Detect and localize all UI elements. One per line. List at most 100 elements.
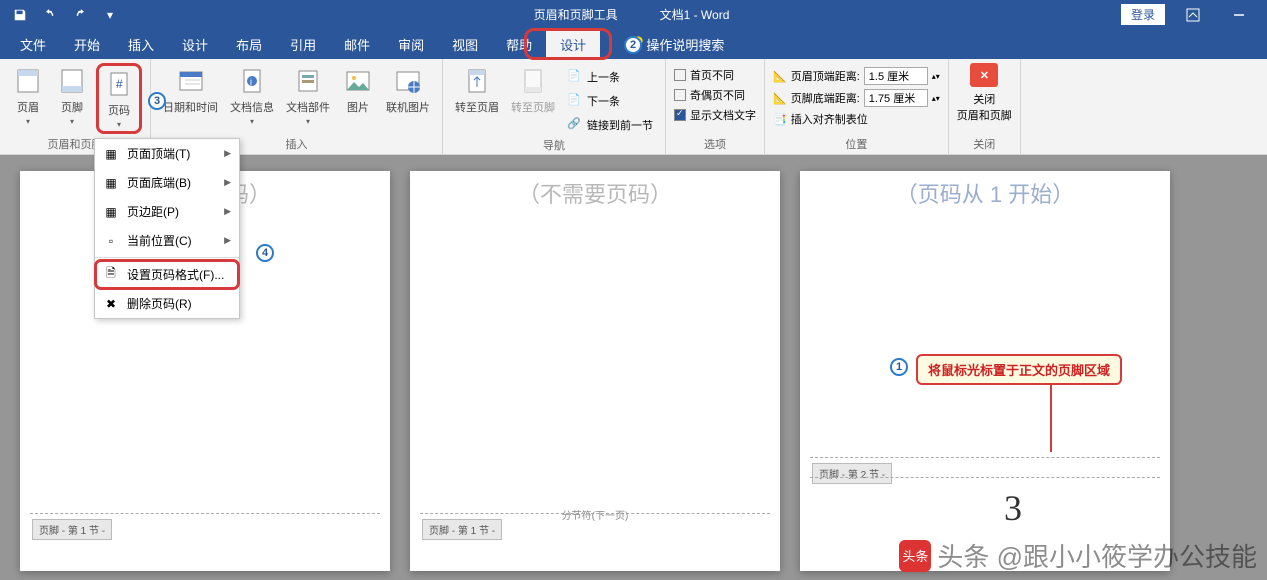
svg-text:#: #	[116, 77, 123, 91]
annotation-arrow	[1050, 382, 1052, 452]
docinfo-button[interactable]: i文档信息	[226, 63, 278, 128]
dd-current-pos[interactable]: ▫当前位置(C)▶	[95, 226, 239, 255]
header-dist-input[interactable]	[864, 67, 928, 85]
header-button[interactable]: 页眉	[8, 63, 48, 128]
watermark-text: 头条 @跟小小筱学办公技能	[937, 537, 1257, 574]
section-break-label: 分节符(下一页)	[562, 507, 629, 522]
page-bottom-icon: ▦	[103, 175, 119, 191]
annotation-circle-2: 2	[624, 36, 642, 54]
tell-me-label: 操作说明搜索	[646, 35, 724, 54]
align-tab-icon: 📑	[773, 113, 787, 126]
footer-dist-label: 页脚底端距离:	[791, 90, 860, 106]
group-label: 导航	[451, 135, 657, 155]
next-section-button[interactable]: 📄下一条	[563, 91, 657, 111]
tab-file[interactable]: 文件	[6, 29, 60, 59]
save-icon[interactable]	[6, 3, 34, 27]
header-dist-label: 页眉顶端距离:	[791, 68, 860, 84]
goto-footer-icon	[517, 65, 549, 97]
tell-me[interactable]: 💡 操作说明搜索	[600, 29, 738, 59]
group-label: 位置	[773, 134, 940, 154]
quick-access-toolbar: ▾	[0, 3, 130, 27]
calendar-icon	[175, 65, 207, 97]
show-doctext-checkbox[interactable]: 显示文档文字	[674, 107, 756, 123]
page-2[interactable]: （不需要页码） 分节符(下一页) 页脚 - 第 1 节 -	[410, 171, 780, 571]
tab-home[interactable]: 开始	[60, 29, 114, 59]
goto-header-button[interactable]: 转至页眉	[451, 63, 503, 117]
quickparts-icon	[292, 65, 324, 97]
undo-icon[interactable]	[36, 3, 64, 27]
page3-header-text: （页码从 1 开始）	[800, 177, 1170, 209]
footer-dist-icon: 📐	[773, 92, 787, 105]
svg-text:i: i	[250, 77, 252, 87]
tab-review[interactable]: 审阅	[384, 29, 438, 59]
title-center: 页眉和页脚工具 文档1 - Word	[130, 6, 1121, 23]
format-icon: 🗎	[103, 267, 119, 283]
login-button[interactable]: 登录	[1121, 4, 1165, 25]
footer-icon	[56, 65, 88, 97]
diff-oddeven-checkbox[interactable]: 奇偶页不同	[674, 87, 756, 103]
dd-format-page-numbers[interactable]: 🗎设置页码格式(F)...	[95, 260, 239, 289]
next-icon: 📄	[567, 93, 583, 109]
docinfo-icon: i	[236, 65, 268, 97]
dd-page-top[interactable]: ▦页面顶端(T)▶	[95, 139, 239, 168]
tab-insert[interactable]: 插入	[114, 29, 168, 59]
remove-icon: ✖	[103, 296, 119, 312]
page-number-button[interactable]: #页码	[96, 63, 142, 134]
page2-footer-tag: 页脚 - 第 1 节 -	[422, 519, 502, 540]
group-label: 选项	[674, 134, 756, 154]
group-close: ✕ 关闭 页眉和页脚 关闭	[949, 59, 1021, 154]
prev-section-button[interactable]: 📄上一条	[563, 67, 657, 87]
qat-dropdown-icon[interactable]: ▾	[96, 3, 124, 27]
dd-page-margins[interactable]: ▦页边距(P)▶	[95, 197, 239, 226]
diff-first-checkbox[interactable]: 首页不同	[674, 67, 756, 83]
link-icon: 🔗	[567, 117, 583, 133]
page-number-dropdown: ▦页面顶端(T)▶ ▦页面底端(B)▶ ▦页边距(P)▶ ▫当前位置(C)▶ 🗎…	[94, 138, 240, 319]
page1-footer-tag: 页脚 - 第 1 节 -	[32, 519, 112, 540]
dd-remove-page-numbers[interactable]: ✖删除页码(R)	[95, 289, 239, 318]
tab-hf-design[interactable]: 设计	[546, 29, 600, 59]
tab-view[interactable]: 视图	[438, 29, 492, 59]
ribbon-options-icon[interactable]	[1175, 3, 1211, 27]
quickparts-button[interactable]: 文档部件	[282, 63, 334, 128]
group-navigation: 转至页眉 转至页脚 📄上一条 📄下一条 🔗链接到前一节 导航	[443, 59, 666, 154]
context-tab-label: 页眉和页脚工具	[522, 6, 630, 23]
close-icon: ✕	[970, 63, 998, 87]
goto-header-icon	[461, 65, 493, 97]
group-position: 📐页眉顶端距离:▴▾ 📐页脚底端距离:▴▾ 📑插入对齐制表位 位置	[765, 59, 949, 154]
datetime-button[interactable]: 日期和时间	[159, 63, 222, 117]
watermark: 头条 头条 @跟小小筱学办公技能	[899, 537, 1257, 574]
link-previous-button[interactable]: 🔗链接到前一节	[563, 115, 657, 135]
tab-mailings[interactable]: 邮件	[330, 29, 384, 59]
group-options: 首页不同 奇偶页不同 显示文档文字 选项	[666, 59, 765, 154]
online-picture-button[interactable]: 联机图片	[382, 63, 434, 117]
goto-footer-button: 转至页脚	[507, 63, 559, 117]
page-margins-icon: ▦	[103, 204, 119, 220]
tab-design[interactable]: 设计	[168, 29, 222, 59]
close-hf-button[interactable]: ✕ 关闭 页眉和页脚	[957, 63, 1012, 123]
tab-references[interactable]: 引用	[276, 29, 330, 59]
current-pos-icon: ▫	[103, 233, 119, 249]
annotation-circle-3: 3	[148, 92, 166, 110]
prev-icon: 📄	[567, 69, 583, 85]
header-dist-icon: 📐	[773, 70, 787, 83]
callout-box: 将鼠标光标置于正文的页脚区域	[916, 354, 1122, 385]
online-picture-icon	[392, 65, 424, 97]
tab-layout[interactable]: 布局	[222, 29, 276, 59]
page2-header-text: （不需要页码）	[410, 177, 780, 209]
page-top-icon: ▦	[103, 146, 119, 162]
footer-dist-input[interactable]	[864, 89, 928, 107]
align-tab-button[interactable]: 📑插入对齐制表位	[773, 111, 940, 127]
minimize-icon[interactable]	[1221, 3, 1257, 27]
redo-icon[interactable]	[66, 3, 94, 27]
picture-icon	[342, 65, 374, 97]
annotation-circle-4: 4	[256, 244, 274, 262]
footer-button[interactable]: 页脚	[52, 63, 92, 128]
tab-help[interactable]: 帮助	[492, 29, 546, 59]
document-title: 文档1 - Word	[660, 6, 730, 23]
page-number-icon: #	[103, 68, 135, 100]
dd-page-bottom[interactable]: ▦页面底端(B)▶	[95, 168, 239, 197]
title-bar: ▾ 页眉和页脚工具 文档1 - Word 登录	[0, 0, 1267, 29]
group-label: 关闭	[957, 134, 1012, 154]
page3-footer-tag: 页脚 - 第 2 节 -	[812, 463, 892, 484]
picture-button[interactable]: 图片	[338, 63, 378, 117]
